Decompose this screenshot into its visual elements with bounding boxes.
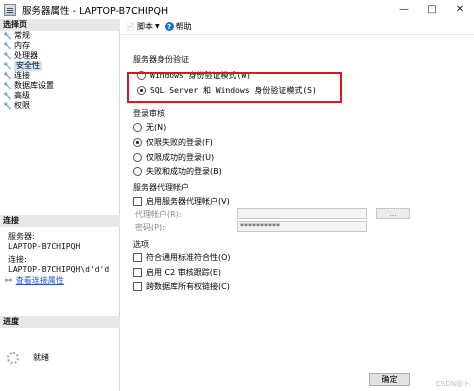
audit-success-radio[interactable] [133, 152, 142, 162]
proxy-account-label: 代理帐户(R): [135, 210, 182, 219]
connection-plug-icon: ⚯ [5, 276, 12, 285]
audit-none-radio[interactable] [133, 122, 142, 132]
audit-failed-radio-row[interactable]: 仅限失败的登录(F) [133, 137, 213, 147]
help-icon: ? [164, 22, 174, 31]
common-criteria-checkbox[interactable] [133, 252, 142, 262]
nav-item-processors[interactable]: 🔧 处理器 [3, 51, 118, 61]
script-button[interactable]: 📄 脚本 ▼ [126, 21, 160, 32]
audit-none-radio-row[interactable]: 无(N) [133, 122, 166, 132]
progress-spinner-icon [7, 352, 19, 364]
wrench-icon: 🔧 [3, 52, 12, 60]
wrench-icon: 🔧 [3, 82, 12, 90]
options-group-title: 选项 [133, 240, 149, 249]
chevron-down-icon: ▼ [155, 23, 160, 30]
wrench-icon: 🔧 [3, 62, 12, 70]
progress-header: 进度 [0, 316, 120, 328]
server-properties-icon [4, 3, 16, 16]
audit-both-radio-row[interactable]: 失败和成功的登录(B) [133, 166, 222, 176]
page-nav-list: 🔧 常规 🔧 内存 🔧 处理器 🔧 安全性 🔧 连接 🔧 数据库设置 🔧 高级 🔧 权限 [3, 31, 118, 111]
proxy-password-label: 密码(P): [135, 223, 165, 232]
connection-label: 连接: [8, 255, 27, 264]
common-criteria-checkbox-row[interactable]: 符合通用标准符合性(O) [133, 252, 231, 262]
proxy-account-field[interactable] [237, 208, 367, 219]
nav-item-connections[interactable]: 🔧 连接 [3, 71, 118, 81]
progress-status: 就绪 [33, 353, 49, 362]
cross-db-ownership-checkbox-row[interactable]: 跨数据库所有权链接(C) [133, 281, 230, 291]
left-panel: 选择页 🔧 常规 🔧 内存 🔧 处理器 🔧 安全性 🔧 连接 🔧 数据库设置 🔧 高级 🔧 权限… [0, 19, 120, 391]
connection-value: LAPTOP-B7CHIPQH\d'd'd [8, 265, 110, 274]
view-connection-properties-link[interactable]: ⚯ 查看连接属性 [5, 275, 64, 286]
audit-success-radio-row[interactable]: 仅限成功的登录(U) [133, 152, 214, 162]
cross-db-ownership-checkbox[interactable] [133, 281, 142, 291]
wrench-icon: 🔧 [3, 42, 12, 50]
script-icon: 📄 [126, 22, 135, 31]
browse-proxy-button[interactable]: ... [376, 208, 410, 219]
connection-info: 服务器: LAPTOP-B7CHIPQH 连接: LAPTOP-B7CHIPQH… [8, 232, 118, 275]
proxy-group-title: 服务器代理帐户 [133, 183, 189, 192]
window-title: 服务器属性 - LAPTOP-B7CHIPQH [22, 5, 169, 17]
c2-audit-checkbox-row[interactable]: 启用 C2 审核跟踪(E) [133, 267, 221, 277]
login-audit-group-title: 登录审核 [133, 109, 165, 118]
help-button[interactable]: ? 帮助 [164, 21, 192, 32]
server-label: 服务器: [8, 232, 35, 241]
nav-item-permissions[interactable]: 🔧 权限 [3, 101, 118, 111]
server-value: LAPTOP-B7CHIPQH [8, 242, 81, 251]
annotation-highlight-box [127, 72, 342, 103]
window-controls: — □ ✕ [390, 0, 474, 19]
nav-item-security[interactable]: 🔧 安全性 [3, 61, 118, 71]
audit-both-radio[interactable] [133, 166, 142, 176]
c2-audit-checkbox[interactable] [133, 267, 142, 277]
wrench-icon: 🔧 [3, 92, 12, 100]
enable-proxy-checkbox-row[interactable]: 启用服务器代理帐户(V) [133, 196, 230, 206]
wrench-icon: 🔧 [3, 32, 12, 40]
watermark: CSDN@卜 [436, 380, 470, 388]
nav-item-memory[interactable]: 🔧 内存 [3, 41, 118, 51]
enable-proxy-checkbox[interactable] [133, 196, 142, 206]
close-button[interactable]: ✕ [446, 0, 474, 19]
toolbar: 📄 脚本 ▼ ? 帮助 [121, 19, 474, 35]
connection-header: 连接 [0, 215, 120, 227]
wrench-icon: 🔧 [3, 72, 12, 80]
nav-item-database-settings[interactable]: 🔧 数据库设置 [3, 81, 118, 91]
title-bar: 服务器属性 - LAPTOP-B7CHIPQH — □ ✕ [0, 0, 474, 19]
server-auth-group-title: 服务器身份验证 [133, 55, 189, 64]
minimize-button[interactable]: — [390, 0, 418, 19]
maximize-button[interactable]: □ [418, 0, 446, 19]
wrench-icon: 🔧 [3, 102, 12, 110]
select-page-header: 选择页 [0, 19, 120, 31]
nav-item-advanced[interactable]: 🔧 高级 [3, 91, 118, 101]
ok-button[interactable]: 确定 [369, 373, 410, 386]
nav-item-general[interactable]: 🔧 常规 [3, 31, 118, 41]
proxy-password-field[interactable]: ********** [237, 221, 367, 232]
audit-failed-radio[interactable] [133, 137, 142, 147]
